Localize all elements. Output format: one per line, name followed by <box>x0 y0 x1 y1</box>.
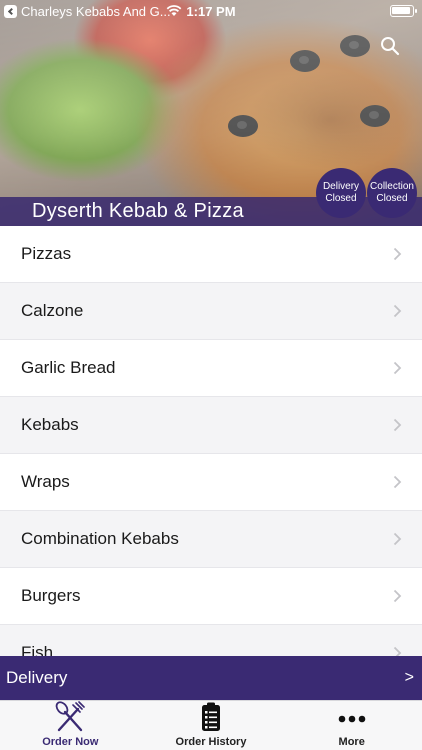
menu-item-garlic-bread[interactable]: Garlic Bread <box>0 340 422 397</box>
chevron-right-icon <box>393 304 402 318</box>
delivery-status-line2: Closed <box>325 193 357 204</box>
menu-item-label: Wraps <box>21 472 70 491</box>
tab-order-history[interactable]: Order History <box>141 701 282 750</box>
chevron-right-icon <box>393 532 402 546</box>
menu-item-label: Pizzas <box>21 244 72 263</box>
delivery-mode-label: Delivery <box>6 668 68 687</box>
status-time: 1:17 PM <box>186 4 236 19</box>
menu-item-label: Calzone <box>21 301 84 320</box>
battery-icon <box>390 5 417 17</box>
chevron-right-icon <box>393 646 402 656</box>
menu-item-fish[interactable]: Fish <box>0 625 422 656</box>
menu-category-list: Pizzas Calzone Garlic Bread Kebabs Wraps… <box>0 226 422 656</box>
menu-item-pizzas[interactable]: Pizzas <box>0 226 422 283</box>
collection-status-line2: Closed <box>376 193 408 204</box>
menu-item-label: Burgers <box>21 586 81 605</box>
collection-status-badge: Collection Closed <box>367 168 417 218</box>
menu-item-kebabs[interactable]: Kebabs <box>0 397 422 454</box>
chevron-right-icon <box>393 475 402 489</box>
fork-knife-icon <box>53 701 87 733</box>
tab-order-now[interactable]: Order Now <box>0 701 141 750</box>
chevron-right-icon <box>393 247 402 261</box>
collection-status-line1: Collection <box>370 181 414 192</box>
menu-item-combination-kebabs[interactable]: Combination Kebabs <box>0 511 422 568</box>
status-bar: Charleys Kebabs And G... 1:17 PM <box>0 0 422 22</box>
tab-label: Order History <box>175 736 247 748</box>
tab-label: Order Now <box>42 736 99 748</box>
menu-item-burgers[interactable]: Burgers <box>0 568 422 625</box>
menu-item-label: Fish <box>21 643 54 656</box>
delivery-mode-arrow: > <box>404 669 414 686</box>
chevron-right-icon <box>393 418 402 432</box>
more-dots-icon <box>335 701 369 733</box>
tab-label: More <box>338 736 365 748</box>
delivery-mode-bar[interactable]: Delivery > <box>0 656 422 700</box>
clipboard-icon <box>194 701 228 733</box>
menu-item-label: Combination Kebabs <box>21 529 179 548</box>
menu-item-label: Garlic Bread <box>21 358 116 377</box>
restaurant-name: Dyserth Kebab & Pizza <box>32 200 244 222</box>
tab-more[interactable]: More <box>281 701 422 750</box>
bottom-tab-bar: Order Now Order History More <box>0 700 422 750</box>
delivery-status-line1: Delivery <box>322 181 360 192</box>
menu-item-calzone[interactable]: Calzone <box>0 283 422 340</box>
menu-item-wraps[interactable]: Wraps <box>0 454 422 511</box>
search-icon[interactable] <box>380 36 400 56</box>
menu-item-label: Kebabs <box>21 415 79 434</box>
delivery-status-badge: Delivery Closed <box>316 168 366 218</box>
chevron-right-icon <box>393 589 402 603</box>
chevron-right-icon <box>393 361 402 375</box>
